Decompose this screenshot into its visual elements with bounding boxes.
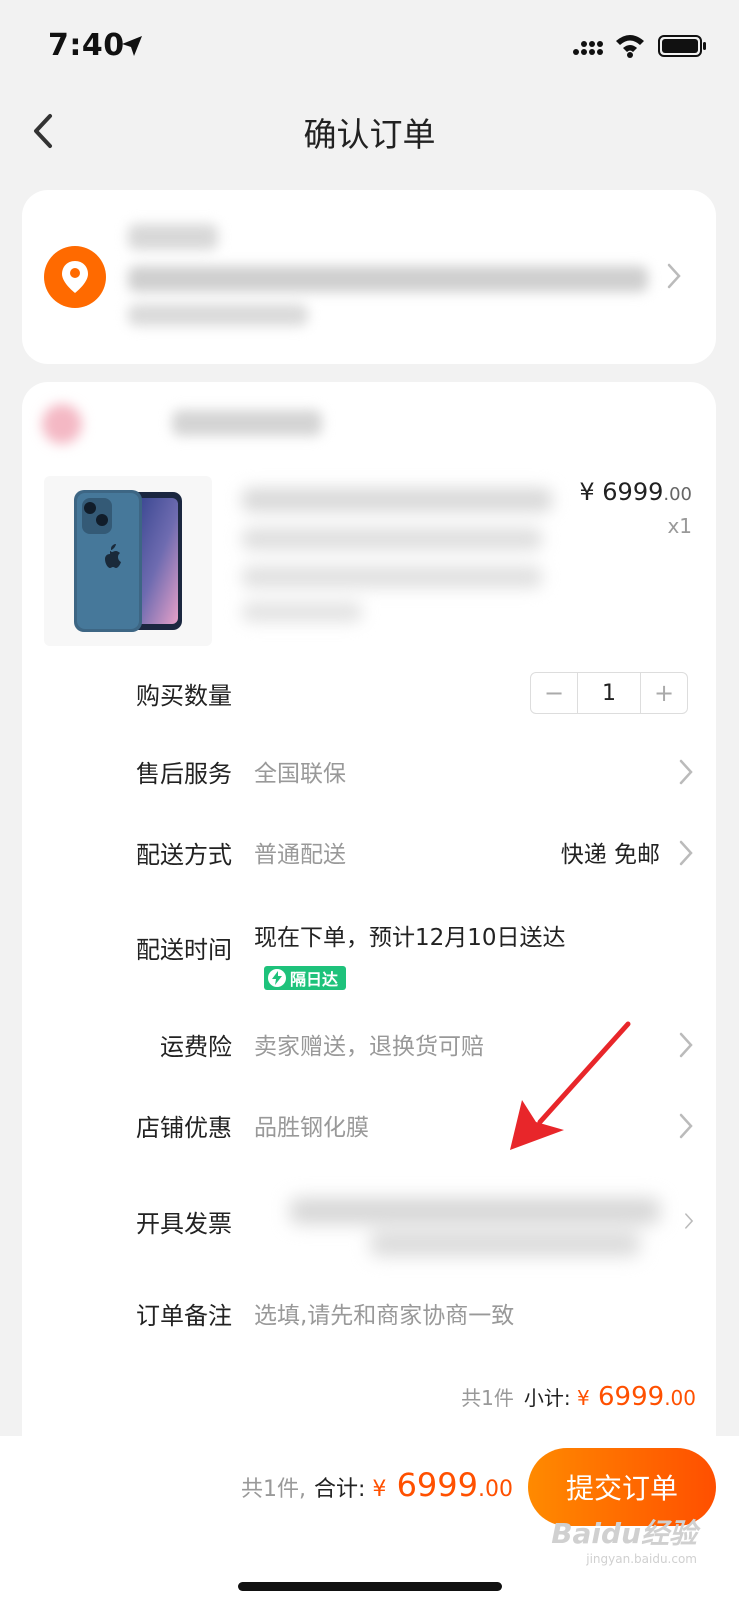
status-time: 7:40: [48, 28, 125, 63]
battery-icon: [658, 35, 706, 57]
quantity-stepper[interactable]: − 1 +: [530, 672, 688, 714]
location-arrow-icon: [122, 36, 142, 56]
chevron-right-icon: [679, 759, 693, 785]
watermark-url: jingyan.baidu.com: [586, 1552, 697, 1566]
product-price: ¥ 6999.00: [579, 478, 692, 506]
subtotal-label: 小计:: [523, 1386, 571, 1410]
chevron-right-icon: [679, 1032, 693, 1058]
row-order-note[interactable]: 订单备注 选填,请先和商家协商一致: [22, 1284, 716, 1344]
subtotal-amount: ¥ 6999.00: [577, 1382, 696, 1412]
row-label: 配送时间: [136, 936, 232, 964]
row-value: 全国联保: [254, 761, 346, 787]
chevron-right-icon: [679, 840, 693, 866]
order-total: 共1件, 合计: ¥ 6999.00: [241, 1466, 513, 1504]
increase-button[interactable]: +: [641, 673, 687, 713]
shop-name-redacted: [22, 382, 382, 462]
invoice-redacted: [280, 1190, 680, 1266]
phone-image: [74, 490, 182, 632]
wifi-icon: [616, 35, 644, 58]
subtotal: 共1件 小计: ¥ 6999.00: [461, 1382, 696, 1412]
nav-bar: 确认订单: [0, 90, 739, 180]
next-day-badge: 隔日达: [264, 966, 347, 990]
address-card[interactable]: [22, 190, 716, 364]
row-label: 店铺优惠: [136, 1114, 232, 1142]
row-label: 购买数量: [136, 682, 232, 710]
row-label: 开具发票: [136, 1210, 232, 1238]
shipping-option: 快递 免邮: [560, 842, 660, 868]
total-label: 合计:: [313, 1477, 366, 1502]
bottom-bar: 共1件, 合计: ¥ 6999.00 提交订单 Baidu经验 jingyan.b…: [0, 1436, 739, 1600]
lightning-icon: [268, 969, 286, 987]
row-value: 品胜钢化膜: [254, 1115, 369, 1141]
row-label: 配送方式: [136, 841, 232, 869]
watermark: Baidu经验: [551, 1517, 697, 1550]
row-label: 售后服务: [136, 760, 232, 788]
row-after-sales[interactable]: 售后服务 全国联保: [22, 742, 716, 802]
chevron-right-icon: [679, 1113, 693, 1139]
row-value: 普通配送: [254, 842, 346, 868]
location-pin-icon: [44, 246, 106, 308]
row-delivery-method[interactable]: 配送方式 普通配送 快递 免邮: [22, 823, 716, 883]
page-title: 确认订单: [303, 115, 436, 154]
annotation-arrow-icon: [510, 1021, 631, 1150]
decrease-button[interactable]: −: [531, 673, 577, 713]
product-image[interactable]: [44, 476, 212, 646]
order-note-input[interactable]: 选填,请先和商家协商一致: [254, 1296, 514, 1330]
chevron-right-icon: [667, 263, 681, 289]
product-title-redacted: [232, 474, 562, 634]
home-indicator[interactable]: [238, 1582, 502, 1591]
row-label: 运费险: [160, 1033, 232, 1061]
row-value: 卖家赠送，退换货可赔: [254, 1034, 484, 1060]
product-quantity: x1: [667, 514, 692, 538]
address-redacted: [108, 214, 668, 332]
order-card: ¥ 6999.00 x1 购买数量 − 1 + 售后服务 全国联保 配送方式 普…: [22, 382, 716, 1442]
item-count: 共1件: [461, 1386, 514, 1410]
status-bar: 7:40: [0, 0, 739, 90]
chevron-right-icon: [685, 1213, 694, 1229]
total-amount: ¥ 6999.00: [372, 1466, 513, 1504]
cellular-signal-icon: [573, 41, 603, 55]
item-count: 共1件,: [240, 1477, 306, 1502]
row-label: 订单备注: [136, 1302, 232, 1330]
quantity-value[interactable]: 1: [577, 673, 641, 713]
delivery-estimate: 现在下单，预计12月10日送达: [254, 925, 566, 951]
badge-label: 隔日达: [290, 970, 339, 989]
